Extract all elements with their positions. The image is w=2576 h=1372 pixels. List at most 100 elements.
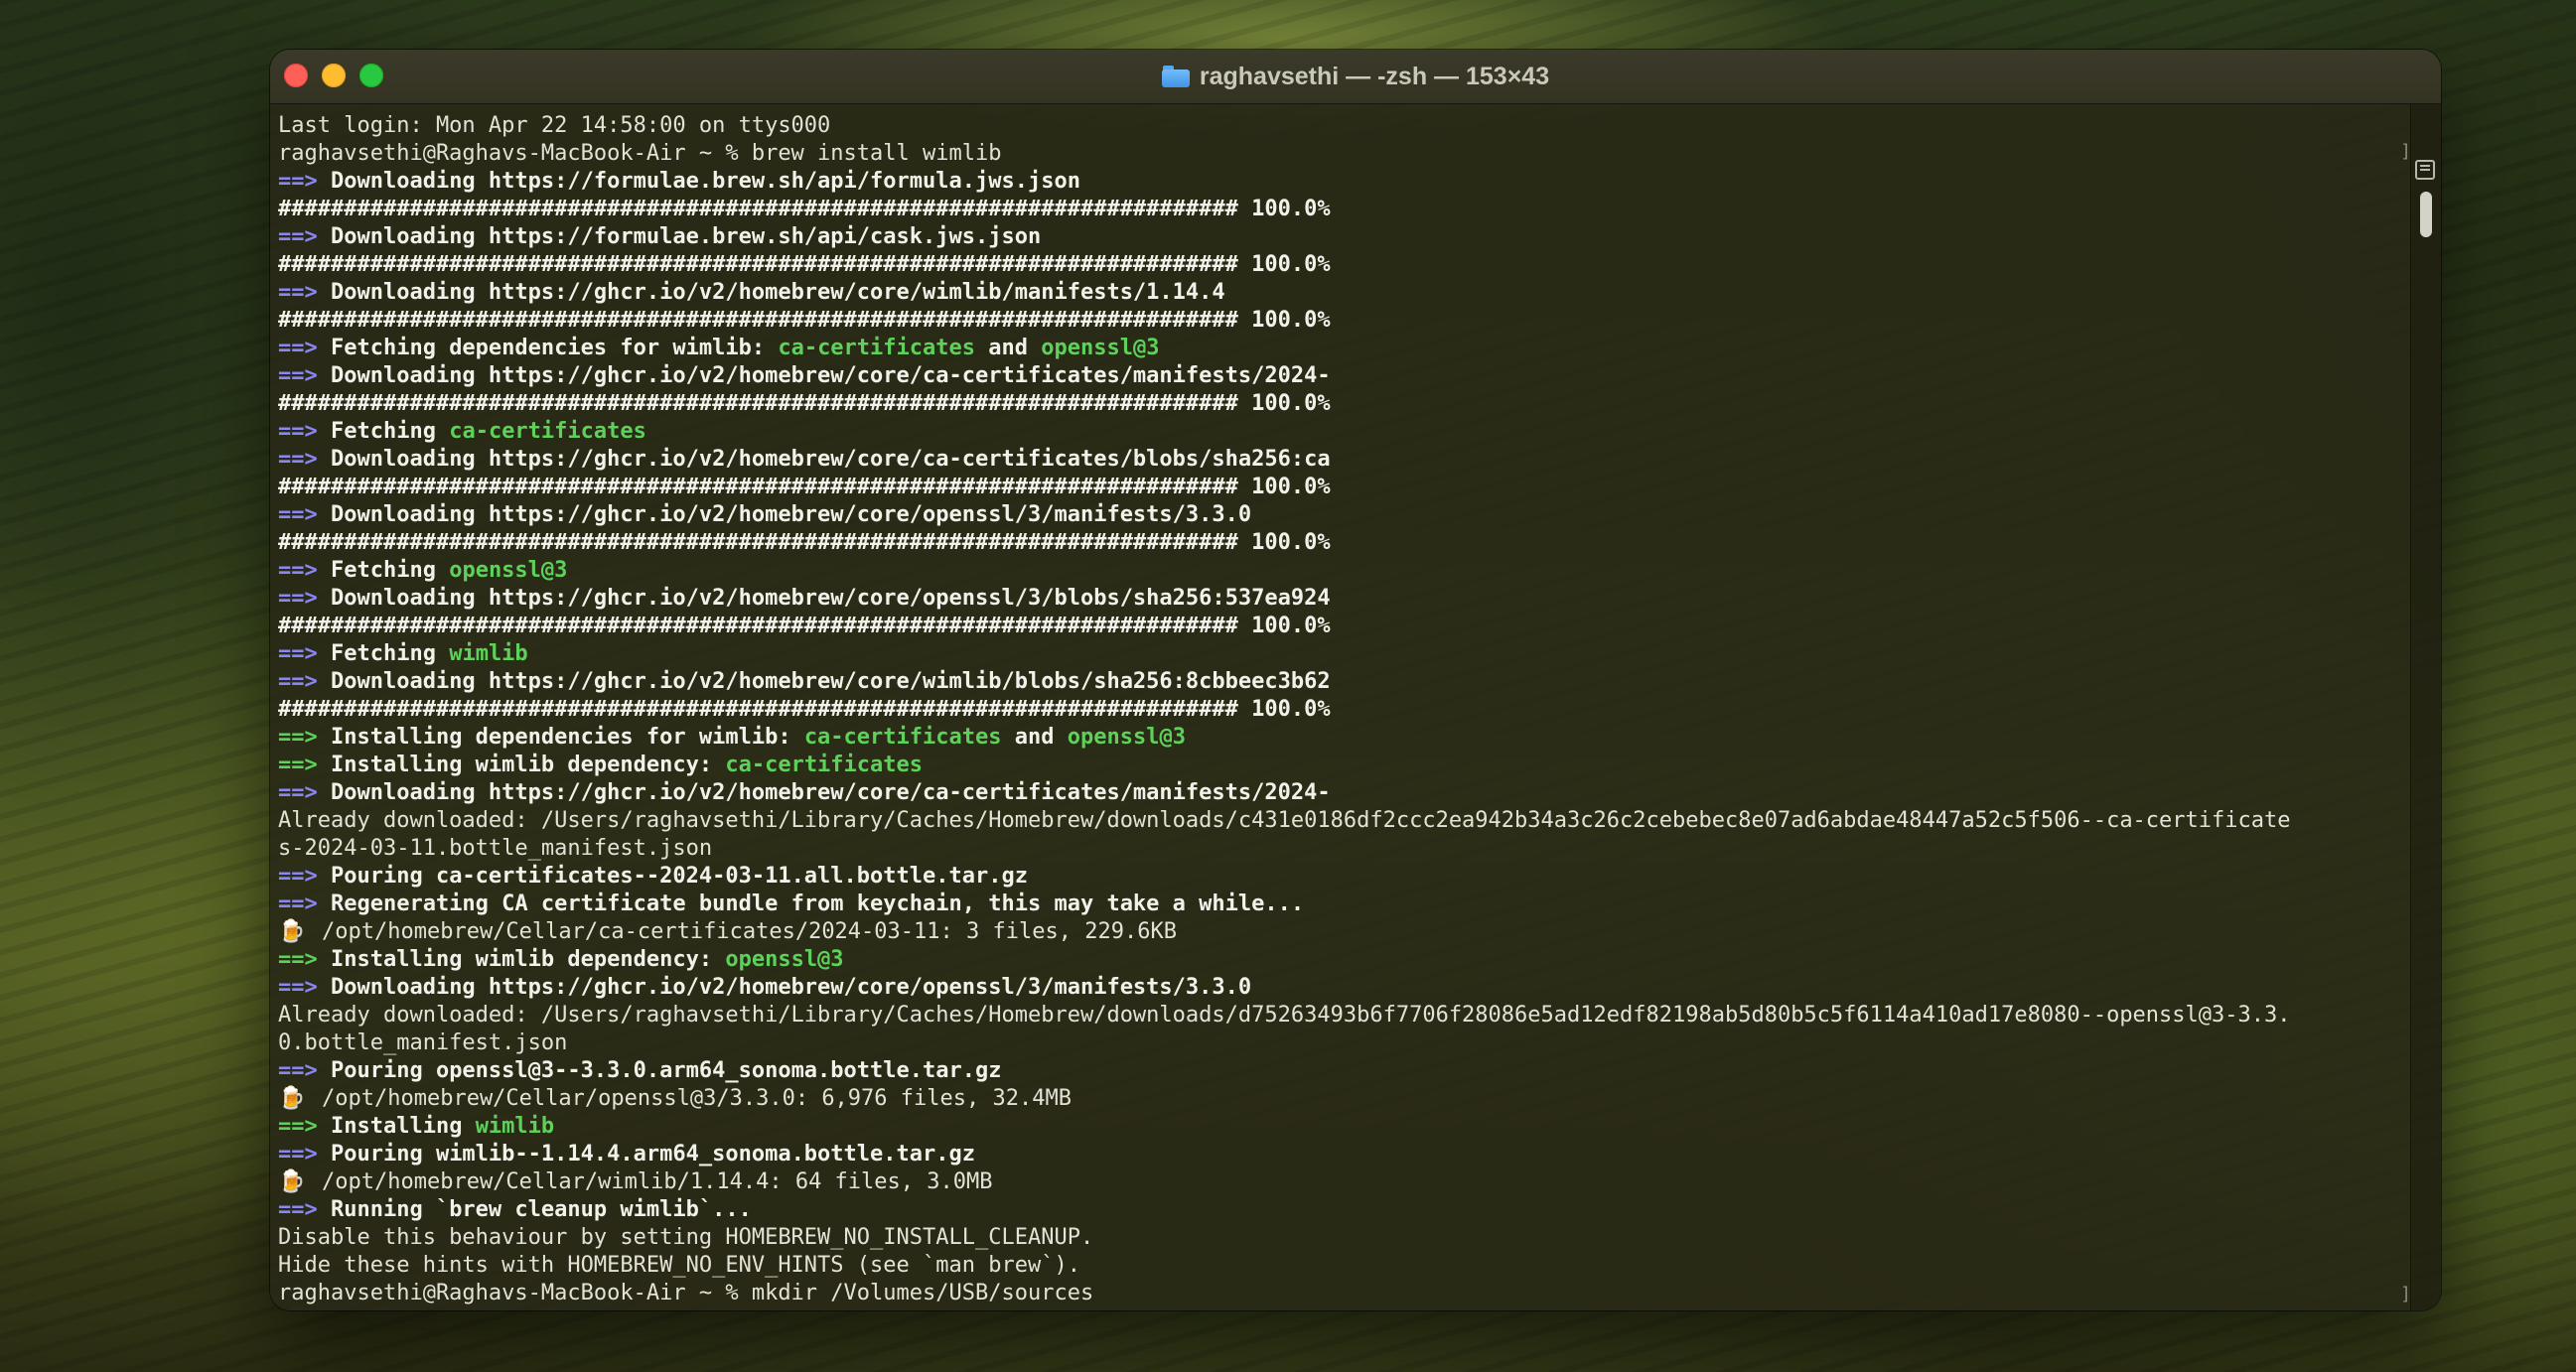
terminal-text: ########################################… — [278, 614, 1331, 638]
terminal-line: ########################################… — [278, 474, 2403, 501]
terminal-line: 🍺 /opt/homebrew/Cellar/openssl@3/3.3.0: 6… — [278, 1085, 2403, 1113]
terminal-line: ==> Fetching openssl@3 — [278, 557, 2403, 585]
terminal-line: ==> Running `brew cleanup wimlib`... — [278, 1196, 2403, 1224]
arrow-prefix: ==> — [278, 419, 331, 444]
terminal-line: ==> Downloading https://ghcr.io/v2/homeb… — [278, 585, 2403, 613]
terminal-text: ==> — [278, 1114, 331, 1139]
terminal-output[interactable]: Last login: Mon Apr 22 14:58:00 on ttys0… — [270, 104, 2411, 1310]
window-title-group: raghavsethi — -zsh — 153×43 — [270, 50, 2441, 103]
marks-icon[interactable] — [2415, 160, 2435, 180]
terminal-text: Downloading https://ghcr.io/v2/homebrew/… — [330, 586, 1331, 611]
terminal-text: ==> — [278, 753, 331, 777]
terminal-line: ########################################… — [278, 613, 2403, 640]
terminal-text: raghavsethi@Raghavs-MacBook-Air ~ % brew… — [278, 141, 1002, 166]
terminal-text: Already downloaded: /Users/raghavsethi/L… — [278, 808, 2291, 833]
terminal-text: Downloading https://ghcr.io/v2/homebrew/… — [330, 780, 1331, 805]
terminal-line: Disable this behaviour by setting HOMEBR… — [278, 1224, 2403, 1252]
terminal-text: ########################################… — [278, 252, 1331, 277]
terminal-text: ==> — [278, 947, 331, 972]
title-bar[interactable]: raghavsethi — -zsh — 153×43 — [270, 50, 2441, 104]
arrow-prefix: ==> — [278, 336, 331, 360]
terminal-text: Pouring ca-certificates--2024-03-11.all.… — [330, 864, 1028, 889]
terminal-line: Already downloaded: /Users/raghavsethi/L… — [278, 807, 2403, 835]
terminal-text: Installing wimlib dependency: — [330, 947, 726, 972]
terminal-line: ==> Pouring ca-certificates--2024-03-11.… — [278, 863, 2403, 891]
terminal-line: Hide these hints with HOMEBREW_NO_ENV_HI… — [278, 1252, 2403, 1280]
terminal-text: Installing dependencies for wimlib: — [330, 725, 804, 750]
terminal-line: s-2024-03-11.bottle_manifest.json — [278, 835, 2403, 863]
arrow-prefix: ==> — [278, 280, 331, 305]
terminal-line: ==> Pouring wimlib--1.14.4.arm64_sonoma.… — [278, 1141, 2403, 1168]
terminal-line: ==> Installing wimlib — [278, 1113, 2403, 1141]
terminal-line: ==> Downloading https://formulae.brew.sh… — [278, 168, 2403, 196]
terminal-line: ==> Installing wimlib dependency: openss… — [278, 946, 2403, 974]
terminal-text: Downloading https://formulae.brew.sh/api… — [330, 169, 1080, 194]
terminal-text: Downloading https://ghcr.io/v2/homebrew/… — [330, 447, 1331, 472]
terminal-text: ########################################… — [278, 391, 1331, 416]
terminal-text: /opt/homebrew/Cellar/ca-certificates/202… — [322, 919, 1177, 944]
terminal-line: ==> Fetching dependencies for wimlib: ca… — [278, 335, 2403, 362]
terminal-text: Fetching — [330, 419, 450, 444]
terminal-text: Installing — [330, 1114, 476, 1139]
arrow-prefix: ==> — [278, 169, 331, 194]
terminal-line: ==> Downloading https://ghcr.io/v2/homeb… — [278, 279, 2403, 307]
terminal-text: ca-certificates — [449, 419, 646, 444]
arrow-prefix: ==> — [278, 864, 331, 889]
terminal-text: ########################################… — [278, 697, 1331, 722]
terminal-text: Last login: Mon Apr 22 14:58:00 on ttys0… — [278, 113, 831, 138]
terminal-text: openssl@3 — [725, 947, 844, 972]
terminal-text: Downloading https://ghcr.io/v2/homebrew/… — [330, 363, 1331, 388]
terminal-text: raghavsethi@Raghavs-MacBook-Air ~ % mkdi… — [278, 1281, 1094, 1305]
terminal-text: ########################################… — [278, 308, 1331, 333]
terminal-text: Pouring openssl@3--3.3.0.arm64_sonoma.bo… — [330, 1058, 1002, 1083]
terminal-line: ==> Downloading https://ghcr.io/v2/homeb… — [278, 362, 2403, 390]
terminal-text: and — [975, 336, 1042, 360]
selection-bracket-bottom: ] — [2400, 1284, 2411, 1304]
terminal-line: Last login: Mon Apr 22 14:58:00 on ttys0… — [278, 112, 2403, 140]
terminal-text: Running `brew cleanup wimlib`... — [330, 1197, 752, 1222]
terminal-line: ########################################… — [278, 196, 2403, 223]
arrow-prefix: ==> — [278, 641, 331, 666]
terminal-line: Already downloaded: /Users/raghavsethi/L… — [278, 1002, 2403, 1029]
arrow-prefix: ==> — [278, 224, 331, 249]
terminal-text: ########################################… — [278, 475, 1331, 499]
terminal-text: Regenerating CA certificate bundle from … — [330, 892, 1305, 916]
terminal-text: Hide these hints with HOMEBREW_NO_ENV_HI… — [278, 1253, 1080, 1278]
terminal-window[interactable]: raghavsethi — -zsh — 153×43 Last login: … — [270, 50, 2441, 1310]
terminal-text: ca-certificates — [725, 753, 924, 777]
arrow-prefix: ==> — [278, 1142, 331, 1166]
terminal-text: ca-certificates — [803, 725, 1002, 750]
terminal-line: ########################################… — [278, 529, 2403, 557]
terminal-line: ########################################… — [278, 696, 2403, 724]
terminal-text: Downloading https://ghcr.io/v2/homebrew/… — [330, 280, 1225, 305]
terminal-line: raghavsethi@Raghavs-MacBook-Air ~ % brew… — [278, 140, 2403, 168]
terminal-line: ########################################… — [278, 390, 2403, 418]
terminal-text: ########################################… — [278, 530, 1331, 555]
beer-icon: 🍺 — [278, 1169, 306, 1194]
terminal-line: 🍺 /opt/homebrew/Cellar/ca-certificates/20… — [278, 918, 2403, 946]
arrow-prefix: ==> — [278, 502, 331, 527]
terminal-line: raghavsethi@Raghavs-MacBook-Air ~ % mkdi… — [278, 1280, 2403, 1307]
terminal-line: ==> Fetching ca-certificates — [278, 418, 2403, 446]
terminal-text: Fetching — [330, 558, 450, 583]
terminal-text: wimlib — [475, 1114, 555, 1139]
terminal-line: ==> Pouring openssl@3--3.3.0.arm64_sonom… — [278, 1057, 2403, 1085]
arrow-prefix: ==> — [278, 586, 331, 611]
beer-icon: 🍺 — [278, 1086, 306, 1111]
terminal-line: 🍺 /opt/homebrew/Cellar/wimlib/1.14.4: 64 … — [278, 1168, 2403, 1196]
arrow-prefix: ==> — [278, 669, 331, 694]
terminal-text: Fetching — [330, 641, 450, 666]
terminal-text: wimlib — [449, 641, 528, 666]
arrow-prefix: ==> — [278, 447, 331, 472]
scrollbar[interactable] — [2410, 104, 2441, 1310]
beer-icon: 🍺 — [278, 919, 306, 944]
terminal-line: ==> Downloading https://ghcr.io/v2/homeb… — [278, 779, 2403, 807]
terminal-text: Already downloaded: /Users/raghavsethi/L… — [278, 1003, 2291, 1028]
terminal-text: ca-certificates — [778, 336, 976, 360]
terminal-line: ==> Installing dependencies for wimlib: … — [278, 724, 2403, 752]
terminal-text: ########################################… — [278, 197, 1331, 221]
scroll-thumb[interactable] — [2420, 192, 2432, 237]
terminal-line: ==> Downloading https://ghcr.io/v2/homeb… — [278, 501, 2403, 529]
arrow-prefix: ==> — [278, 975, 331, 1000]
terminal-line: ==> Installing wimlib dependency: ca-cer… — [278, 752, 2403, 779]
